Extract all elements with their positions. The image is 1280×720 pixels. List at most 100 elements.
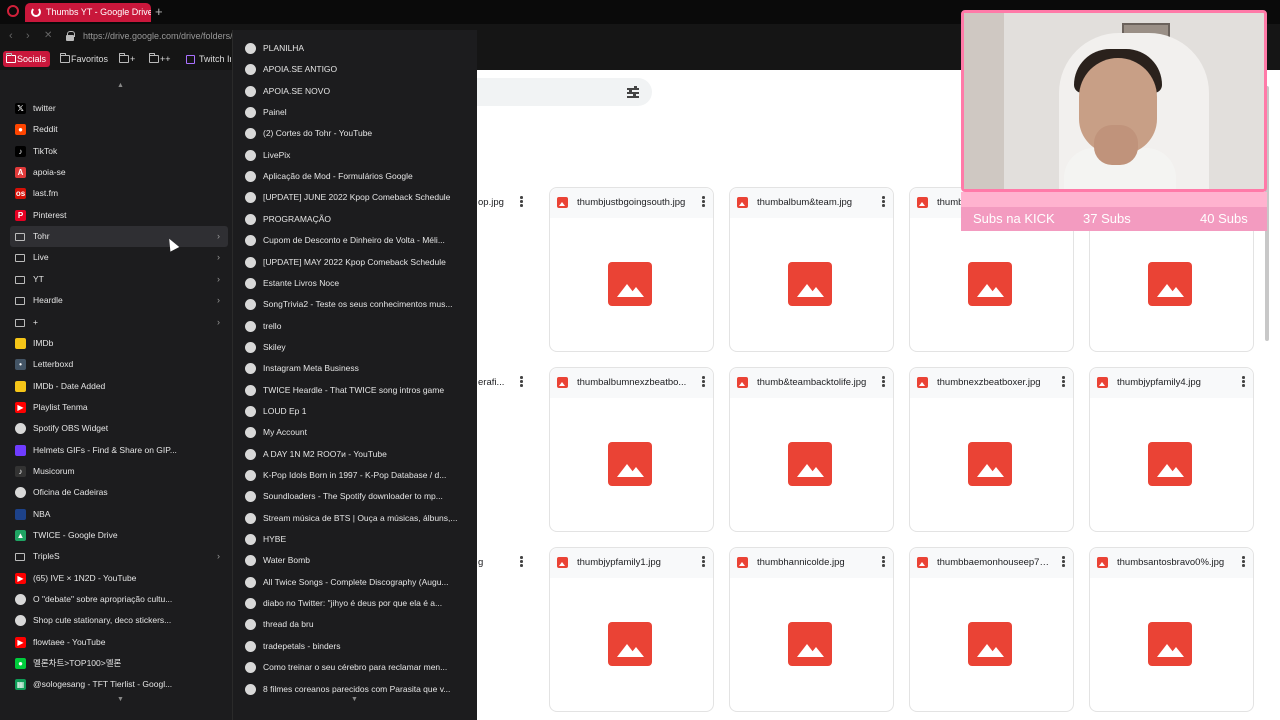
- submenu-item[interactable]: [UPDATE] JUNE 2022 Kpop Comeback Schedul…: [241, 187, 473, 208]
- bookmark-item-pinterest[interactable]: P Pinterest: [10, 205, 228, 226]
- bookmark-folder-socials[interactable]: Socials: [3, 51, 51, 67]
- file-preview[interactable]: [1090, 578, 1253, 711]
- file-preview[interactable]: [550, 578, 713, 711]
- submenu-item[interactable]: tradepetals - binders: [241, 636, 473, 657]
- bookmark-item-musicorum[interactable]: ♪ Musicorum: [10, 461, 228, 482]
- submenu-item[interactable]: K-Pop Idols Born in 1997 - K-Pop Databas…: [241, 465, 473, 486]
- bookmark-item-tiktok[interactable]: ♪ TikTok: [10, 141, 228, 162]
- bookmark-item-flowtaee-youtube[interactable]: ▶ flowtaee - YouTube: [10, 632, 228, 653]
- file-card[interactable]: thumbjypfamily1.jpg: [549, 547, 714, 712]
- submenu-item[interactable]: Aplicação de Mod - Formulários Google: [241, 166, 473, 187]
- bookmark-item-triples[interactable]: TripleS ›: [10, 546, 228, 567]
- active-tab[interactable]: Thumbs YT - Google Drive: [25, 3, 151, 22]
- more-options-icon[interactable]: [1062, 556, 1065, 568]
- submenu-item[interactable]: PROGRAMAÇÃO: [241, 209, 473, 230]
- submenu-item[interactable]: Estante Livros Noce: [241, 273, 473, 294]
- submenu-item[interactable]: Como treinar o seu cérebro para reclamar…: [241, 657, 473, 678]
- bookmark-item-nba[interactable]: NBA: [10, 504, 228, 525]
- more-options-icon[interactable]: [882, 376, 885, 388]
- file-preview[interactable]: [730, 578, 893, 711]
- submenu-item[interactable]: Instagram Meta Business: [241, 358, 473, 379]
- bookmark-item-last-fm[interactable]: os last.fm: [10, 183, 228, 204]
- bookmark-item-o-debate-sobre-apropria-o-cultu[interactable]: O "debate" sobre apropriação cultu...: [10, 589, 228, 610]
- submenu-item[interactable]: APOIA.SE ANTIGO: [241, 59, 473, 80]
- bookmark-item-[interactable]: + ›: [10, 312, 228, 333]
- scroll-down-icon[interactable]: ▼: [117, 696, 124, 703]
- file-card[interactable]: thumbbaemonhouseep7....: [909, 547, 1074, 712]
- submenu-item[interactable]: Water Bomb: [241, 550, 473, 571]
- submenu-item[interactable]: SongTrivia2 - Teste os seus conhecimento…: [241, 294, 473, 315]
- submenu-item[interactable]: My Account: [241, 422, 473, 443]
- submenu-item[interactable]: A DAY 1N M2 ROO7и - YouTube: [241, 444, 473, 465]
- file-card[interactable]: thumbalbum&team.jpg: [729, 187, 894, 352]
- more-options-icon[interactable]: [1062, 376, 1065, 388]
- file-preview[interactable]: [910, 218, 1073, 351]
- submenu-item[interactable]: Painel: [241, 102, 473, 123]
- file-card[interactable]: thumbjypfamily4.jpg: [1089, 367, 1254, 532]
- bookmark-item-yt[interactable]: YT ›: [10, 269, 228, 290]
- file-card[interactable]: thumbjustbgoingsouth.jpg: [549, 187, 714, 352]
- bookmark-item-apoia-se[interactable]: Aapoia-se: [10, 162, 228, 183]
- bookmark-item-live[interactable]: Live ›: [10, 247, 228, 268]
- new-tab-button[interactable]: +: [155, 4, 163, 19]
- file-preview[interactable]: [550, 398, 713, 531]
- more-options-icon[interactable]: [520, 376, 523, 388]
- file-preview[interactable]: [910, 578, 1073, 711]
- more-options-icon[interactable]: [520, 556, 523, 568]
- bookmark-item-letterboxd[interactable]: • Letterboxd: [10, 354, 228, 375]
- submenu-item[interactable]: (2) Cortes do Tohr - YouTube: [241, 123, 473, 144]
- file-preview[interactable]: [1090, 218, 1253, 351]
- bookmark-item-helmets-gifs-find-share-on-gip[interactable]: Helmets GIFs - Find & Share on GIP...: [10, 440, 228, 461]
- bookmark-folder-plusplus[interactable]: ++: [146, 51, 171, 67]
- bookmark-folder-plus[interactable]: +: [116, 51, 135, 67]
- submenu-item[interactable]: Stream música de BTS | Ouça a músicas, á…: [241, 508, 473, 529]
- forward-icon[interactable]: ›: [26, 30, 30, 42]
- bookmark-item-spotify-obs-widget[interactable]: Spotify OBS Widget: [10, 418, 228, 439]
- bookmark-item-oficina-de-cadeiras[interactable]: Oficina de Cadeiras: [10, 482, 228, 503]
- more-options-icon[interactable]: [702, 556, 705, 568]
- file-preview[interactable]: [550, 218, 713, 351]
- more-options-icon[interactable]: [882, 556, 885, 568]
- more-options-icon[interactable]: [1242, 376, 1245, 388]
- file-card[interactable]: thumbhannicolde.jpg: [729, 547, 894, 712]
- submenu-item[interactable]: APOIA.SE NOVO: [241, 81, 473, 102]
- bookmark-folder-favoritos[interactable]: Favoritos: [57, 51, 108, 67]
- submenu-item[interactable]: diabo no Twitter: "jihyo é deus por que …: [241, 593, 473, 614]
- bookmark-item-playlist-tenma[interactable]: ▶ Playlist Tenma: [10, 397, 228, 418]
- drive-search-bar[interactable]: [477, 78, 652, 106]
- submenu-item[interactable]: trello: [241, 316, 473, 337]
- submenu-item[interactable]: LivePix: [241, 145, 473, 166]
- file-card[interactable]: thumbsantosbravo0%.jpg: [1089, 547, 1254, 712]
- stop-icon[interactable]: ✕: [44, 30, 52, 41]
- bookmark-item-65-ive-1n2d-youtube[interactable]: ▶ (65) IVE × 1N2D - YouTube: [10, 568, 228, 589]
- submenu-item[interactable]: Soundloaders - The Spotify downloader to…: [241, 486, 473, 507]
- scroll-up-icon[interactable]: ▲: [117, 82, 124, 89]
- bookmark-item-top100[interactable]: ● 멜론차트>TOP100>멜론: [10, 653, 228, 674]
- more-options-icon[interactable]: [702, 196, 705, 208]
- submenu-item[interactable]: HYBE: [241, 529, 473, 550]
- file-preview[interactable]: [730, 218, 893, 351]
- submenu-item[interactable]: thread da bru: [241, 614, 473, 635]
- file-preview[interactable]: [730, 398, 893, 531]
- opera-logo-icon[interactable]: [7, 5, 19, 17]
- bookmark-item-reddit[interactable]: ● Reddit: [10, 119, 228, 140]
- more-options-icon[interactable]: [702, 376, 705, 388]
- file-card[interactable]: thumbalbumnexzbeatbo...: [549, 367, 714, 532]
- bookmark-twitch[interactable]: Twitch Ir: [185, 51, 231, 67]
- scroll-down-icon[interactable]: ▼: [351, 696, 358, 703]
- bookmark-item-tohr[interactable]: Tohr ›: [10, 226, 228, 248]
- bookmark-item-imdb[interactable]: IMDb: [10, 333, 228, 354]
- more-options-icon[interactable]: [1242, 556, 1245, 568]
- submenu-item[interactable]: Cupom de Desconto e Dinheiro de Volta - …: [241, 230, 473, 251]
- back-icon[interactable]: ‹: [9, 30, 13, 42]
- bookmark-item-shop-cute-stationary-deco-stickers[interactable]: Shop cute stationary, deco stickers...: [10, 610, 228, 631]
- submenu-item[interactable]: [UPDATE] MAY 2022 Kpop Comeback Schedule: [241, 252, 473, 273]
- file-card[interactable]: thumbnexzbeatboxer.jpg: [909, 367, 1074, 532]
- bookmark-item-heardle[interactable]: Heardle ›: [10, 290, 228, 311]
- more-options-icon[interactable]: [520, 196, 523, 208]
- submenu-item[interactable]: All Twice Songs - Complete Discography (…: [241, 572, 473, 593]
- search-options-icon[interactable]: [627, 86, 639, 98]
- submenu-item[interactable]: PLANILHA: [241, 38, 473, 59]
- bookmark-item-imdb-date-added[interactable]: IMDb - Date Added: [10, 376, 228, 397]
- submenu-item[interactable]: TWICE Heardle - That TWICE song intros g…: [241, 380, 473, 401]
